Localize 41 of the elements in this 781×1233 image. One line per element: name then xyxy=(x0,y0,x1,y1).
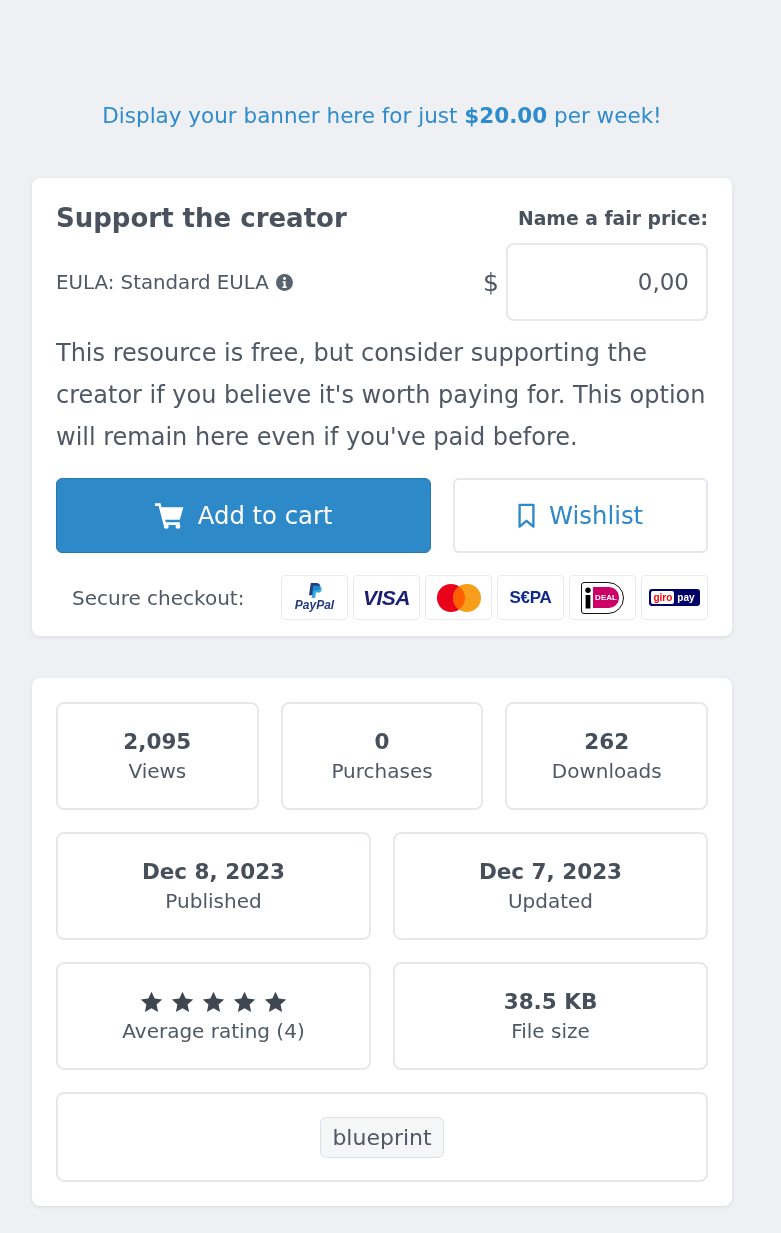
wishlist-button[interactable]: Wishlist xyxy=(453,478,708,553)
stat-label: Purchases xyxy=(331,757,433,785)
support-description: This resource is free, but consider supporting the creator if you believe it's worth paying for. This option will remain here even if you've paid before. xyxy=(56,338,707,453)
stat-value: Dec 7, 2023 xyxy=(478,857,623,886)
pay-wordmark: pay xyxy=(676,591,696,604)
stat-label: File size xyxy=(511,1017,590,1045)
ideal-wordmark: DEAL xyxy=(593,587,619,608)
secure-checkout-label: Secure checkout: xyxy=(72,585,245,610)
stat-value: 38.5 KB xyxy=(503,987,598,1016)
star-icon xyxy=(140,990,163,1013)
banner-ad-link[interactable]: Display your banner here for just $20.00 per week! xyxy=(102,103,662,128)
letter-i-icon xyxy=(585,586,592,609)
star-icon xyxy=(233,990,256,1013)
stat-label: Updated xyxy=(507,887,594,915)
stat-label: Published xyxy=(165,887,262,915)
currency-symbol: $ xyxy=(483,267,499,297)
tag-link[interactable]: blueprint xyxy=(320,1116,444,1158)
stat-value: 2,095 xyxy=(123,727,192,756)
sepa-wordmark: S€PA xyxy=(509,587,552,608)
giro-wordmark: giro xyxy=(651,591,675,604)
overlapping-circles-icon xyxy=(436,583,481,612)
price-label: Name a fair price: xyxy=(517,207,708,229)
stat-value: 262 xyxy=(584,727,630,756)
star-icon xyxy=(264,990,287,1013)
card-title: Support the creator xyxy=(56,202,347,234)
star-icon xyxy=(171,990,194,1013)
stat-label: Downloads xyxy=(551,757,662,785)
stat-value: 0 xyxy=(374,727,390,756)
bookmark-icon xyxy=(518,502,536,529)
star-icon xyxy=(202,990,225,1013)
stat-label: Average rating (4) xyxy=(122,1017,305,1045)
paypal-wordmark: PayPal xyxy=(294,598,335,612)
stat-label: Views xyxy=(128,757,187,785)
stat-value: Dec 8, 2023 xyxy=(141,857,286,886)
visa-wordmark: VISA xyxy=(363,585,410,610)
eula-text: EULA: Standard EULA xyxy=(56,270,269,294)
paypal-mark-icon xyxy=(307,583,322,598)
price-input[interactable]: 0,00 xyxy=(506,243,708,321)
info-icon[interactable] xyxy=(275,273,293,291)
add-to-cart-button[interactable]: Add to cart xyxy=(56,478,432,553)
cart-icon xyxy=(154,502,184,529)
